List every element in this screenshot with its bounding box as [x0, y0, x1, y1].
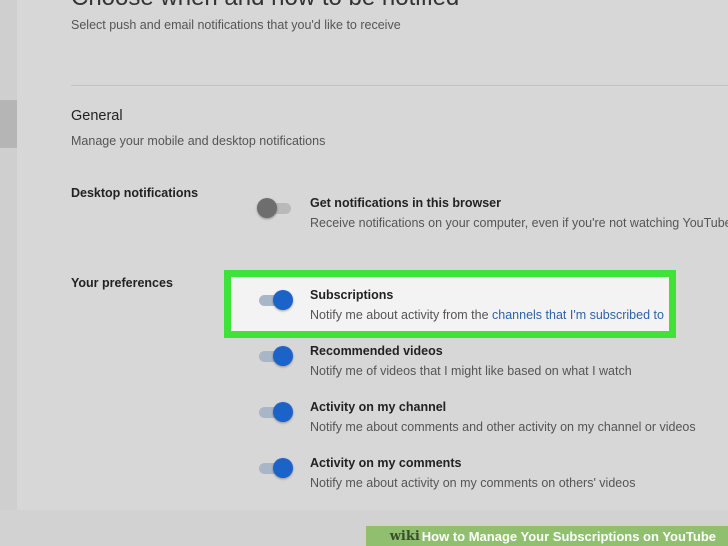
subscriptions-description-text: Notify me about activity from the	[310, 308, 493, 322]
channel-activity-description: Notify me about comments and other activ…	[310, 420, 696, 434]
watermark-brand: wiki	[389, 528, 420, 544]
comments-activity-setting: Activity on my comments Notify me about …	[257, 456, 677, 496]
toggle-knob	[273, 346, 293, 366]
comments-activity-toggle[interactable]	[257, 458, 293, 478]
channel-activity-title: Activity on my channel	[310, 400, 447, 414]
left-scroll-strip	[0, 0, 17, 510]
channel-activity-toggle[interactable]	[257, 402, 293, 422]
comments-activity-description: Notify me about activity on my comments …	[310, 476, 636, 490]
wikihow-watermark: wiki How to Manage Your Subscriptions on…	[366, 526, 728, 546]
recommended-videos-title: Recommended videos	[310, 344, 443, 358]
toggle-knob	[273, 290, 293, 310]
subscribed-channels-link[interactable]: channels that I'm subscribed to	[492, 308, 664, 322]
preferences-list: Subscriptions Notify me about activity f…	[17, 0, 728, 510]
recommended-videos-description: Notify me of videos that I might like ba…	[310, 364, 632, 378]
toggle-knob	[273, 402, 293, 422]
subscriptions-title: Subscriptions	[310, 288, 394, 302]
recommended-videos-setting: Recommended videos Notify me of videos t…	[257, 344, 677, 384]
watermark-text: How to Manage Your Subscriptions on YouT…	[421, 528, 716, 544]
subscriptions-description: Notify me about activity from the channe…	[310, 308, 664, 322]
subscriptions-toggle[interactable]	[257, 290, 293, 310]
subscriptions-setting: Subscriptions Notify me about activity f…	[257, 288, 677, 328]
toggle-knob	[273, 458, 293, 478]
comments-activity-title: Activity on my comments	[310, 456, 462, 470]
recommended-videos-toggle[interactable]	[257, 346, 293, 366]
scrollbar-thumb[interactable]	[0, 100, 17, 148]
channel-activity-setting: Activity on my channel Notify me about c…	[257, 400, 696, 440]
